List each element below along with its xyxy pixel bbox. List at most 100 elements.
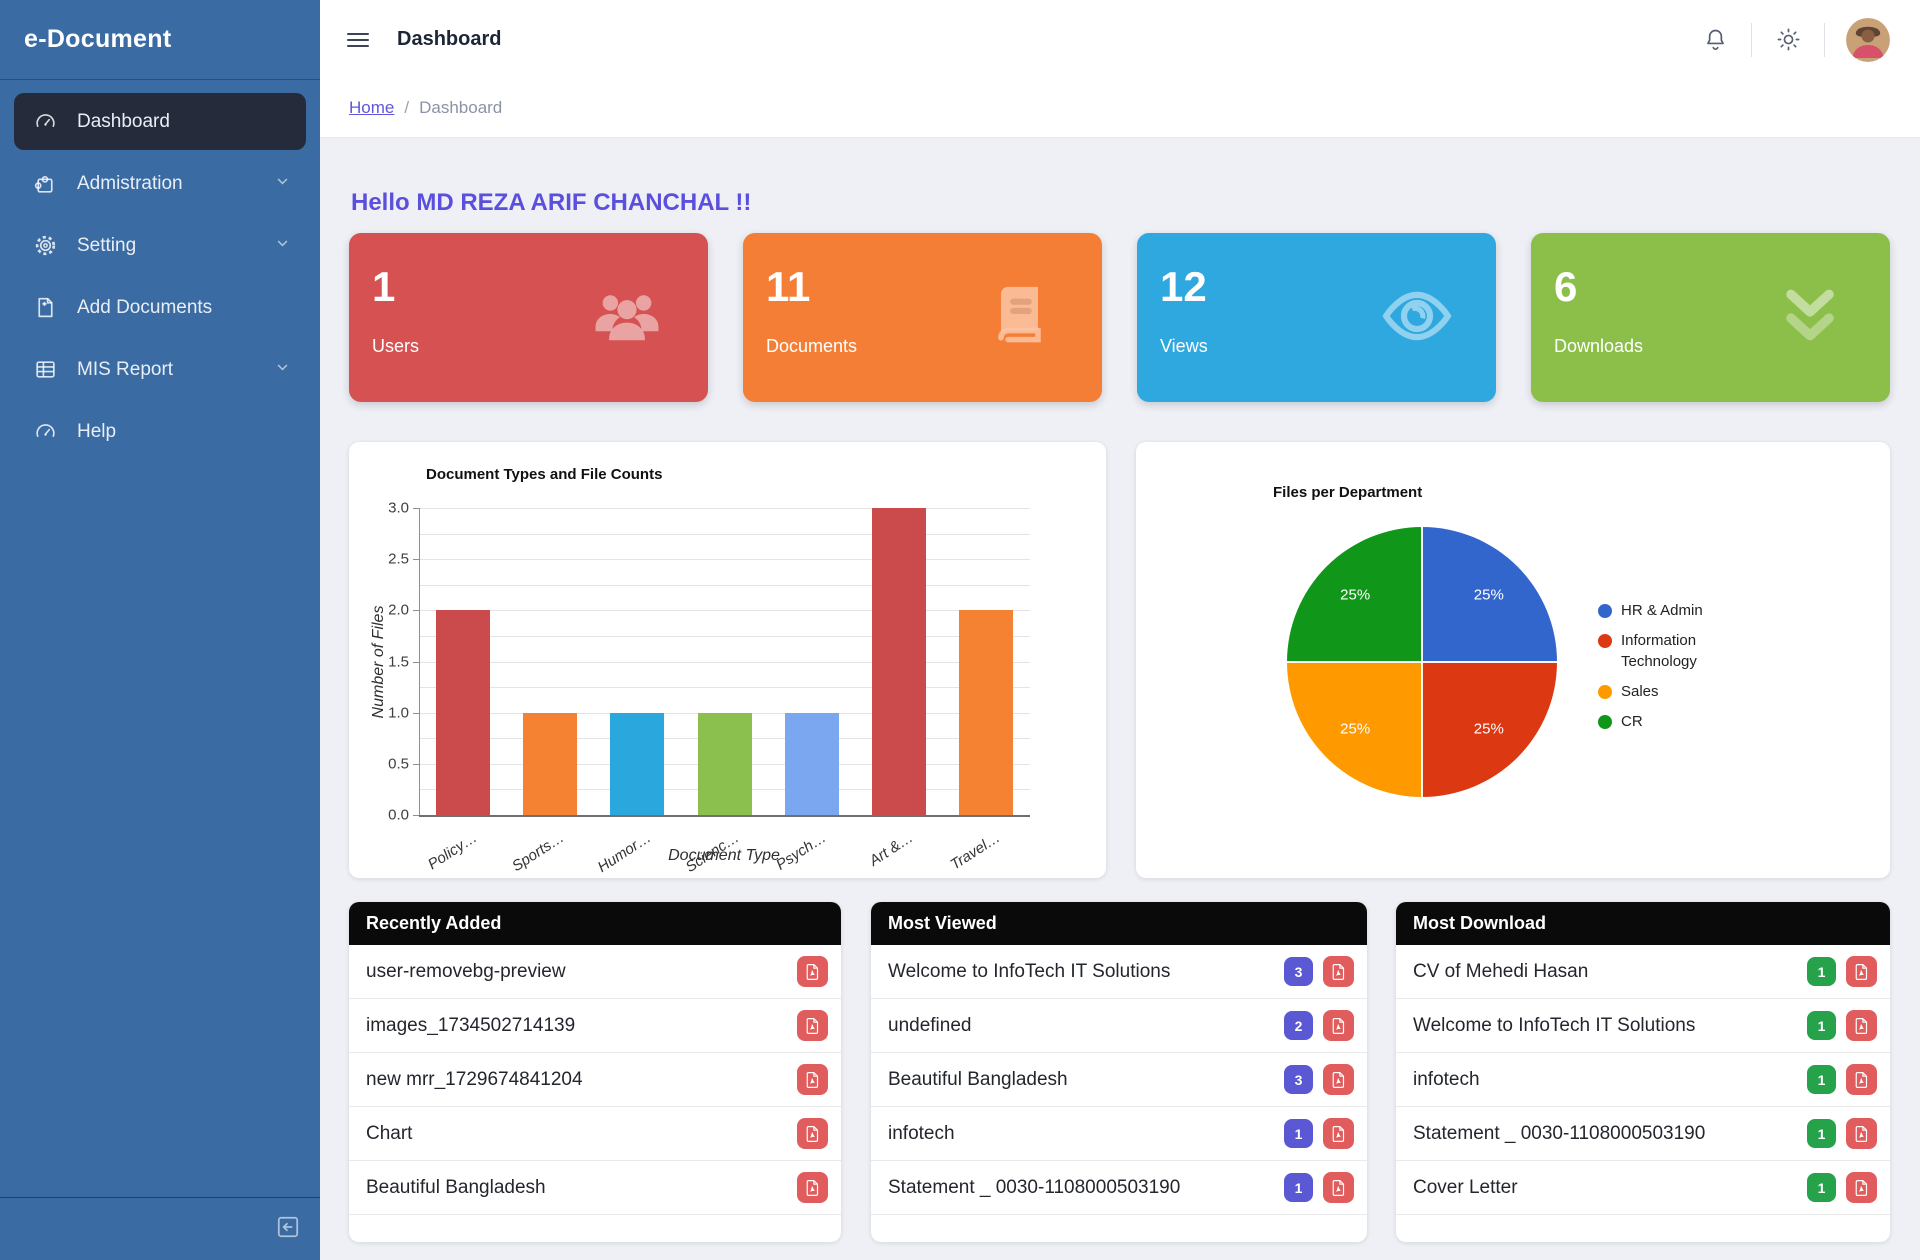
- count-badge: 1: [1807, 1173, 1836, 1202]
- document-name: user-removebg-preview: [366, 961, 797, 983]
- pdf-file-icon[interactable]: [1846, 956, 1877, 987]
- table-row: infotech1: [1396, 1053, 1890, 1107]
- gridline: [419, 662, 1030, 663]
- pdf-file-icon[interactable]: [1323, 1172, 1354, 1203]
- y-tick-label: 2.0: [367, 602, 409, 619]
- table-row: Statement _ 0030-11080005031901: [1396, 1107, 1890, 1161]
- topbar-divider: [1824, 23, 1825, 57]
- table-row: new mrr_1729674841204: [349, 1053, 841, 1107]
- pdf-file-icon[interactable]: [1323, 1010, 1354, 1041]
- count-badge: 1: [1807, 1065, 1836, 1094]
- pdf-file-icon[interactable]: [797, 956, 828, 987]
- y-tick-label: 0.5: [367, 755, 409, 772]
- count-badge: 2: [1284, 1011, 1313, 1040]
- row-actions: 1: [1807, 1118, 1877, 1149]
- document-name: Cover Letter: [1413, 1177, 1807, 1199]
- breadcrumb-home-link[interactable]: Home: [349, 98, 394, 118]
- pdf-file-icon[interactable]: [1846, 1118, 1877, 1149]
- sidebar-item-help[interactable]: Help: [14, 403, 306, 460]
- sidebar-item-setting[interactable]: Setting: [14, 217, 306, 274]
- table-row: CV of Mehedi Hasan1: [1396, 945, 1890, 999]
- report-table-icon: [32, 357, 58, 383]
- topbar-actions: [1700, 18, 1920, 62]
- sidebar-item-add-documents[interactable]: Add Documents: [14, 279, 306, 336]
- page-title: Dashboard: [397, 28, 501, 51]
- bar-chart-card: Document Types and File Counts Document …: [349, 442, 1106, 878]
- row-actions: [797, 956, 828, 987]
- document-name: Statement _ 0030-1108000503190: [888, 1177, 1284, 1199]
- user-avatar[interactable]: [1846, 18, 1890, 62]
- sidebar-item-admistration[interactable]: Admistration: [14, 155, 306, 212]
- table-rows: user-removebg-previewimages_173450271413…: [349, 945, 841, 1215]
- pdf-file-icon[interactable]: [1846, 1172, 1877, 1203]
- sidebar-item-mis-report[interactable]: MIS Report: [14, 341, 306, 398]
- gridline: [419, 585, 1030, 586]
- document-name: CV of Mehedi Hasan: [1413, 961, 1807, 983]
- bar-policy: [436, 610, 490, 815]
- sidebar-nav: Dashboard Admistration Setting Add Document…: [0, 80, 320, 460]
- stat-card-views: 12Views: [1137, 233, 1496, 402]
- pdf-file-icon[interactable]: [797, 1064, 828, 1095]
- document-name: infotech: [1413, 1069, 1807, 1091]
- pdf-file-icon[interactable]: [1323, 1118, 1354, 1149]
- row-actions: [797, 1172, 828, 1203]
- sun-icon[interactable]: [1773, 25, 1803, 55]
- table-row: Statement _ 0030-11080005031901: [871, 1161, 1367, 1215]
- stat-value: 6: [1554, 263, 1577, 311]
- count-badge: 3: [1284, 1065, 1313, 1094]
- puzzle-icon: [32, 171, 58, 197]
- pie-slice-label: 25%: [1474, 587, 1504, 604]
- y-tick-label: 3.0: [367, 500, 409, 517]
- bar-chart-title: Document Types and File Counts: [426, 466, 662, 483]
- legend-label: Sales: [1621, 681, 1737, 702]
- gridline: [419, 610, 1030, 611]
- eye-icon: [1378, 277, 1452, 351]
- bell-icon[interactable]: [1700, 25, 1730, 55]
- pdf-file-icon[interactable]: [797, 1172, 828, 1203]
- menu-toggle-icon[interactable]: [347, 29, 369, 51]
- bar-sports: [523, 713, 577, 815]
- table-row: Beautiful Bangladesh3: [871, 1053, 1367, 1107]
- pie-chart-title: Files per Department: [1273, 484, 1422, 501]
- count-badge: 1: [1807, 1119, 1836, 1148]
- topbar-divider: [1751, 23, 1752, 57]
- stat-card-documents: 11Documents: [743, 233, 1102, 402]
- chevron-down-icon: [273, 233, 292, 258]
- stat-cards-row: 1Users11Documents12Views6Downloads: [349, 233, 1890, 402]
- sidebar-item-dashboard[interactable]: Dashboard: [14, 93, 306, 150]
- table-rows: CV of Mehedi Hasan1Welcome to InfoTech I…: [1396, 945, 1890, 1215]
- count-badge: 1: [1807, 957, 1836, 986]
- gridline: [419, 534, 1030, 535]
- pdf-file-icon[interactable]: [1323, 1064, 1354, 1095]
- legend-dot: [1598, 685, 1612, 699]
- pie-chart: [1287, 527, 1557, 797]
- pdf-file-icon[interactable]: [797, 1118, 828, 1149]
- table-title: Most Viewed: [871, 902, 1367, 945]
- row-actions: 3: [1284, 1064, 1354, 1095]
- sidebar-item-label: MIS Report: [77, 359, 173, 381]
- y-tick-mark: [413, 610, 419, 611]
- row-actions: 1: [1807, 1064, 1877, 1095]
- pdf-file-icon[interactable]: [1323, 956, 1354, 987]
- legend-item: CR: [1598, 711, 1748, 732]
- bar-art&: [872, 508, 926, 815]
- y-tick-mark: [413, 815, 419, 816]
- sidebar-item-label: Setting: [77, 235, 136, 257]
- legend-label: HR & Admin: [1621, 600, 1737, 621]
- pie-chart-card: Files per Department HR & AdminInformati…: [1136, 442, 1890, 878]
- app-logo: e-Document: [0, 0, 320, 80]
- bar-scienc: [698, 713, 752, 815]
- document-name: Chart: [366, 1123, 797, 1145]
- pdf-file-icon[interactable]: [797, 1010, 828, 1041]
- y-tick-mark: [413, 508, 419, 509]
- document-name: Statement _ 0030-1108000503190: [1413, 1123, 1807, 1145]
- main-content: Hello MD REZA ARIF CHANCHAL !! 1Users11D…: [320, 137, 1920, 1260]
- sidebar-item-label: Dashboard: [77, 111, 170, 133]
- y-tick-mark: [413, 713, 419, 714]
- sidebar-collapse-button[interactable]: [275, 1214, 301, 1240]
- pdf-file-icon[interactable]: [1846, 1064, 1877, 1095]
- pie-slice-label: 25%: [1340, 587, 1370, 604]
- bar-travel: [959, 610, 1013, 815]
- pdf-file-icon[interactable]: [1846, 1010, 1877, 1041]
- table-row: Welcome to InfoTech IT Solutions3: [871, 945, 1367, 999]
